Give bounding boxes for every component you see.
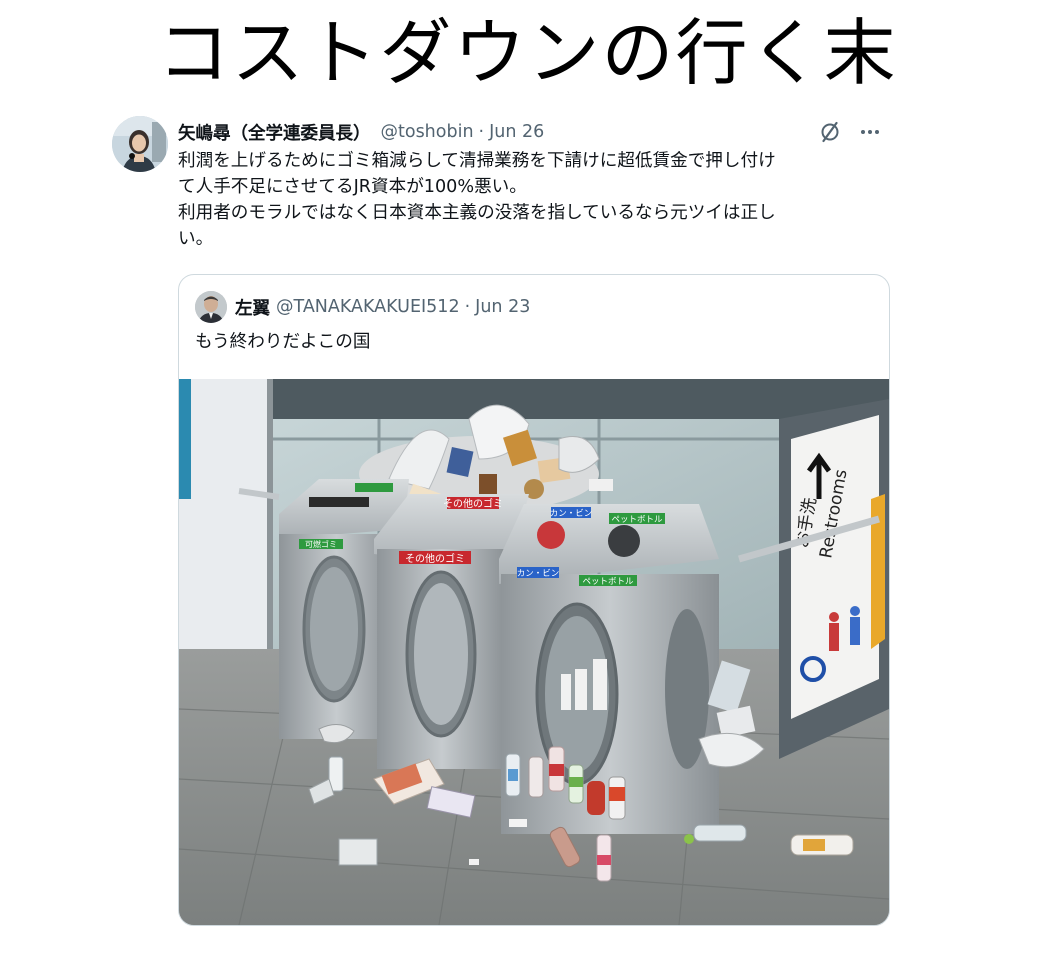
quoted-photo[interactable]: Restrooms お手洗 可燃ゴミ その他のゴミ その他のゴミ カン・ビン ペ…: [179, 379, 889, 925]
avatar-image: [112, 116, 168, 172]
quoted-author-handle[interactable]: @TANAKAKAKUEI512: [276, 297, 460, 317]
quoted-avatar-image: [195, 291, 227, 323]
more-icon[interactable]: [858, 120, 882, 144]
avatar[interactable]: [112, 116, 168, 172]
tweet-date[interactable]: Jun 26: [489, 122, 544, 142]
separator-dot: ·: [478, 122, 485, 142]
grok-icon[interactable]: [818, 120, 842, 144]
separator-dot: ·: [464, 297, 471, 317]
quoted-tweet[interactable]: 左翼 @TANAKAKAKUEI512 · Jun 23 もう終わりだよこの国: [178, 274, 890, 926]
bin-label-other: その他のゴミ: [405, 552, 465, 565]
quoted-date[interactable]: Jun 23: [475, 297, 530, 317]
bin-top-label-other: その他のゴミ: [443, 497, 503, 510]
quoted-text: もう終わりだよこの国: [195, 332, 371, 352]
tweet-text-line: て人手不足にさせてるJR資本が100%悪い。: [178, 177, 527, 197]
bin-top-label-cans: カン・ビン: [550, 509, 593, 519]
author-name[interactable]: 矢嶋尋（全学連委員長）: [178, 120, 371, 145]
tweet-header: 矢嶋尋（全学連委員長） @toshobin · Jun 26: [178, 118, 890, 146]
quoted-avatar[interactable]: [195, 291, 227, 323]
author-handle[interactable]: @toshobin: [381, 122, 474, 142]
tweet-text-line: 利用者のモラルではなく日本資本主義の没落を指しているなら元ツイは正し: [178, 203, 776, 223]
tweet-text-line: 利潤を上げるためにゴミ箱減らして清掃業務を下請けに超低賃金で押し付け: [178, 151, 776, 171]
bin-label-pet: ペットボトル: [582, 577, 634, 587]
tweet-text-line: い。: [178, 229, 214, 249]
tweet-actions: [818, 118, 882, 146]
trash-bins-photo: Restrooms お手洗 可燃ゴミ その他のゴミ その他のゴミ カン・ビン ペ…: [179, 379, 889, 925]
bin-top-label-pet: ペットボトル: [611, 515, 663, 525]
bin-label-cans: カン・ビン: [517, 569, 560, 579]
quoted-header: 左翼 @TANAKAKAKUEI512 · Jun 23: [235, 291, 530, 323]
bin-label-burnable: 可燃ゴミ: [305, 539, 337, 549]
quoted-author-name[interactable]: 左翼: [235, 295, 270, 320]
tweet-text: 利潤を上げるためにゴミ箱減らして清掃業務を下請けに超低賃金で押し付け て人手不足…: [178, 148, 890, 252]
meme-title: コストダウンの行く末: [157, 11, 898, 95]
